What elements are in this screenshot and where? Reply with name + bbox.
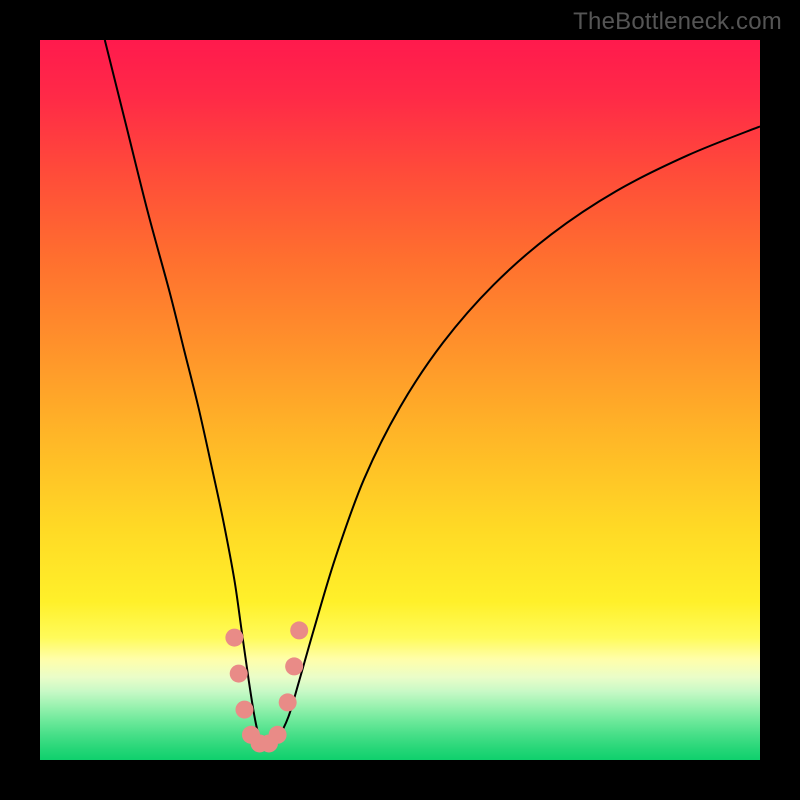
watermark-text: TheBottleneck.com bbox=[573, 8, 782, 36]
plot-background-gradient bbox=[40, 40, 760, 760]
chart-frame: TheBottleneck.com bbox=[0, 0, 800, 800]
plot-area bbox=[40, 40, 760, 760]
